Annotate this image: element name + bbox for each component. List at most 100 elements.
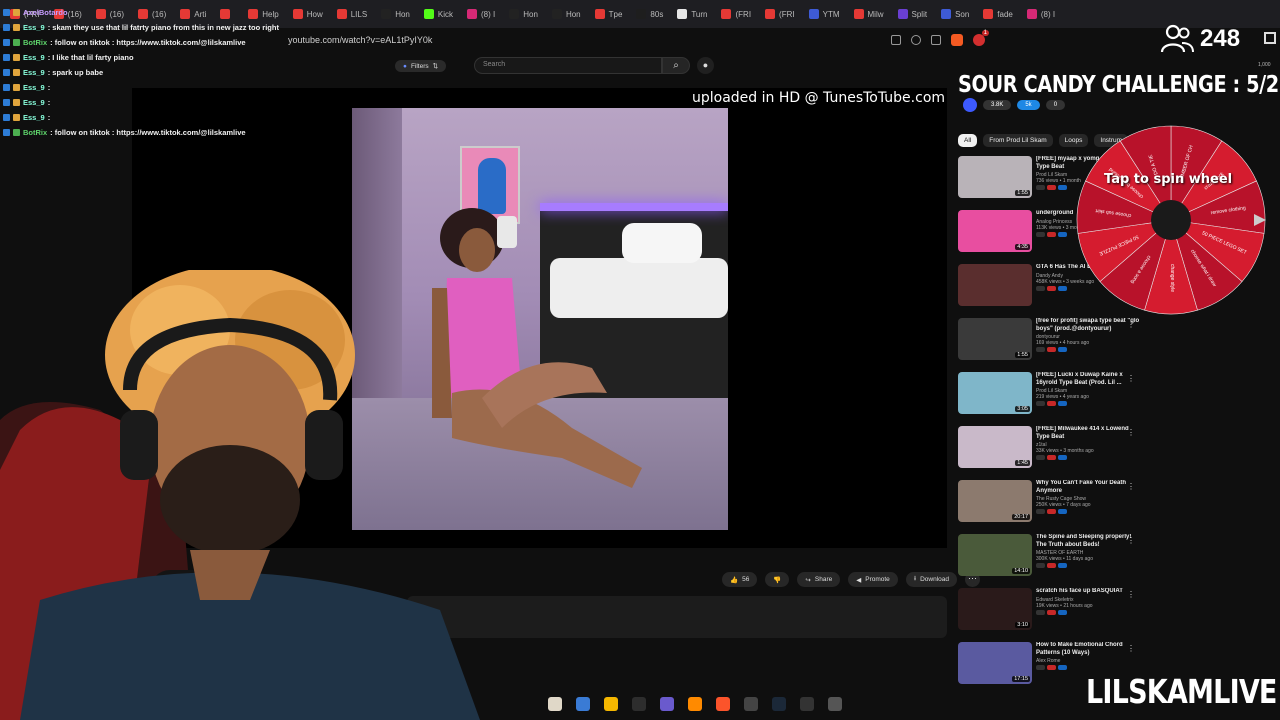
taskbar-app-icon[interactable] bbox=[660, 697, 674, 711]
taskbar-app-icon[interactable] bbox=[828, 697, 842, 711]
taskbar-app-icon[interactable] bbox=[688, 697, 702, 711]
taskbar-app-icon[interactable] bbox=[576, 697, 590, 711]
taskbar-app-icon[interactable] bbox=[772, 697, 786, 711]
chat-username[interactable]: Ess_9 bbox=[23, 53, 45, 62]
tab-favicon-icon bbox=[1026, 9, 1037, 19]
more-vert-icon[interactable]: ⋮ bbox=[1127, 428, 1135, 437]
challenge-title: SOUR CANDY CHALLENGE : 5/250 bbox=[958, 72, 1280, 98]
browser-tab[interactable]: Hon bbox=[503, 3, 544, 25]
browser-tab[interactable]: Split bbox=[892, 3, 934, 25]
recommended-video[interactable]: 1:45 [FREE] Milwaukee 414 x Lowend Type B… bbox=[958, 426, 1143, 478]
spin-wheel[interactable]: NUMBER OF CH crazy neckremove clothing50 … bbox=[1076, 124, 1266, 316]
zoom-icon[interactable] bbox=[911, 35, 921, 45]
chat-badge-icon bbox=[3, 84, 10, 91]
browser-tab[interactable]: YTM bbox=[803, 3, 846, 25]
chat-username[interactable]: AxelBotardo bbox=[23, 8, 68, 17]
browser-tab[interactable]: (FRI bbox=[715, 3, 757, 25]
video-thumbnail[interactable]: 3:05 bbox=[958, 372, 1032, 414]
browser-tab[interactable]: (8) I bbox=[461, 3, 501, 25]
browser-tab[interactable]: Milw bbox=[848, 3, 890, 25]
chat-username[interactable]: Ess_9 bbox=[23, 113, 45, 122]
video-thumbnail[interactable]: 1:55 bbox=[958, 156, 1032, 198]
recommended-video[interactable]: 3:05 [FREE] Lucki x Duwap Kaine x 16yrold… bbox=[958, 372, 1143, 424]
taskbar-app-icon[interactable] bbox=[800, 697, 814, 711]
browser-tab[interactable]: Hon bbox=[375, 3, 416, 25]
extension-icon[interactable]: 1 bbox=[973, 30, 989, 46]
stat-tag bbox=[1047, 347, 1057, 352]
taskbar-app-icon[interactable] bbox=[604, 697, 618, 711]
tab-favicon-icon bbox=[292, 9, 303, 19]
filter-chip[interactable]: All bbox=[958, 134, 978, 147]
video-meta: 300K views • 11 days ago bbox=[1036, 556, 1093, 562]
browser-tab[interactable]: Kick bbox=[418, 3, 459, 25]
browser-tab[interactable]: (8) I bbox=[1021, 3, 1061, 25]
chat-username[interactable]: Ess_9 bbox=[23, 68, 45, 77]
more-vert-icon[interactable]: ⋮ bbox=[1127, 536, 1135, 545]
chat-username[interactable]: BotRix bbox=[23, 128, 47, 137]
like-button[interactable]: 👍 56 bbox=[722, 572, 758, 587]
address-url[interactable]: youtube.com/watch?v=eAL1tPyIY0k bbox=[240, 35, 881, 45]
wheel-hub[interactable] bbox=[1151, 200, 1191, 240]
screen-cast-icon[interactable] bbox=[891, 35, 901, 45]
bookmark-icon[interactable] bbox=[931, 35, 941, 45]
search-button[interactable]: ⌕ bbox=[662, 57, 690, 74]
stat-3: 0 bbox=[1045, 100, 1066, 110]
video-thumbnail[interactable]: 17:15 bbox=[958, 642, 1032, 684]
promote-button[interactable]: ◀ Promote bbox=[848, 572, 898, 587]
description-box[interactable] bbox=[407, 596, 947, 638]
stat-tag bbox=[1047, 665, 1057, 670]
stat-tag bbox=[1047, 455, 1057, 460]
taskbar-app-icon[interactable] bbox=[716, 697, 730, 711]
taskbar-app-icon[interactable] bbox=[744, 697, 758, 711]
recommended-video[interactable]: 20:17 Why You Can't Fake Your Death Anymo… bbox=[958, 480, 1143, 532]
browser-tab[interactable]: LILS bbox=[331, 3, 373, 25]
browser-tab[interactable]: Son bbox=[935, 3, 975, 25]
chat-username[interactable]: Ess_9 bbox=[23, 83, 45, 92]
video-thumbnail[interactable]: 4:35 bbox=[958, 210, 1032, 252]
chat-username[interactable]: Ess_9 bbox=[23, 23, 45, 32]
expand-icon[interactable] bbox=[1264, 32, 1276, 44]
video-thumbnail[interactable]: 14:10 bbox=[958, 534, 1032, 576]
download-button[interactable]: ⭳ Download bbox=[905, 572, 958, 587]
video-thumbnail[interactable] bbox=[958, 264, 1032, 306]
filter-chip[interactable]: From Prod Lil Skam bbox=[983, 134, 1053, 147]
address-bar[interactable]: youtube.com/watch?v=eAL1tPyIY0k 1 bbox=[240, 30, 989, 50]
video-thumbnail[interactable]: 20:17 bbox=[958, 480, 1032, 522]
chat-username[interactable]: Ess_9 bbox=[23, 98, 45, 107]
browser-tab[interactable]: How bbox=[287, 3, 329, 25]
filters-button[interactable]: ● Filters ⇅ bbox=[395, 60, 447, 72]
share-button[interactable]: ↪ Share bbox=[797, 572, 841, 587]
video-tags bbox=[1036, 347, 1143, 352]
more-vert-icon[interactable]: ⋮ bbox=[1127, 482, 1135, 491]
video-channel[interactable]: Alex Rome bbox=[1036, 658, 1143, 664]
taskbar bbox=[480, 690, 1080, 718]
video-actions: 👍 56 👎 ↪ Share ◀ Promote ⭳ Download ⋯ bbox=[722, 572, 981, 587]
browser-tab[interactable]: fade bbox=[977, 3, 1019, 25]
more-vert-icon[interactable]: ⋮ bbox=[1127, 590, 1135, 599]
more-vert-icon[interactable]: ⋮ bbox=[1127, 320, 1135, 329]
tab-label: (8) I bbox=[481, 9, 496, 19]
taskbar-app-icon[interactable] bbox=[548, 697, 562, 711]
search-input[interactable]: Search bbox=[474, 57, 662, 74]
recommended-video[interactable]: 14:10 The Spine and Sleeping properly! Th… bbox=[958, 534, 1143, 586]
video-duration: 1:55 bbox=[1015, 190, 1030, 196]
more-vert-icon[interactable]: ⋮ bbox=[1127, 644, 1135, 653]
taskbar-app-icon[interactable] bbox=[632, 697, 646, 711]
tap-to-spin-label[interactable]: Tap to spin wheel bbox=[1104, 172, 1232, 187]
video-thumbnail[interactable]: 1:55 bbox=[958, 318, 1032, 360]
browser-tab[interactable]: (FRI bbox=[759, 3, 801, 25]
recommended-video[interactable]: 1:55 [free for profit] swapa type beat "g… bbox=[958, 318, 1143, 370]
dislike-button[interactable]: 👎 bbox=[765, 572, 790, 587]
tab-label: Hon bbox=[565, 9, 581, 19]
browser-tab[interactable]: 80s bbox=[630, 3, 669, 25]
chat-username[interactable]: BotRix bbox=[23, 38, 47, 47]
more-vert-icon[interactable]: ⋮ bbox=[1127, 374, 1135, 383]
video-thumbnail[interactable]: 1:45 bbox=[958, 426, 1032, 468]
brave-shield-icon[interactable] bbox=[951, 34, 963, 46]
mic-button[interactable]: ● bbox=[697, 57, 714, 74]
browser-tab[interactable]: Turn bbox=[671, 3, 713, 25]
browser-tab[interactable]: Tpe bbox=[589, 3, 629, 25]
recommended-video[interactable]: 3:10 scratch his face up BASQUIAT Edward S… bbox=[958, 588, 1143, 640]
browser-tab[interactable]: Hon bbox=[546, 3, 587, 25]
video-thumbnail[interactable]: 3:10 bbox=[958, 588, 1032, 630]
